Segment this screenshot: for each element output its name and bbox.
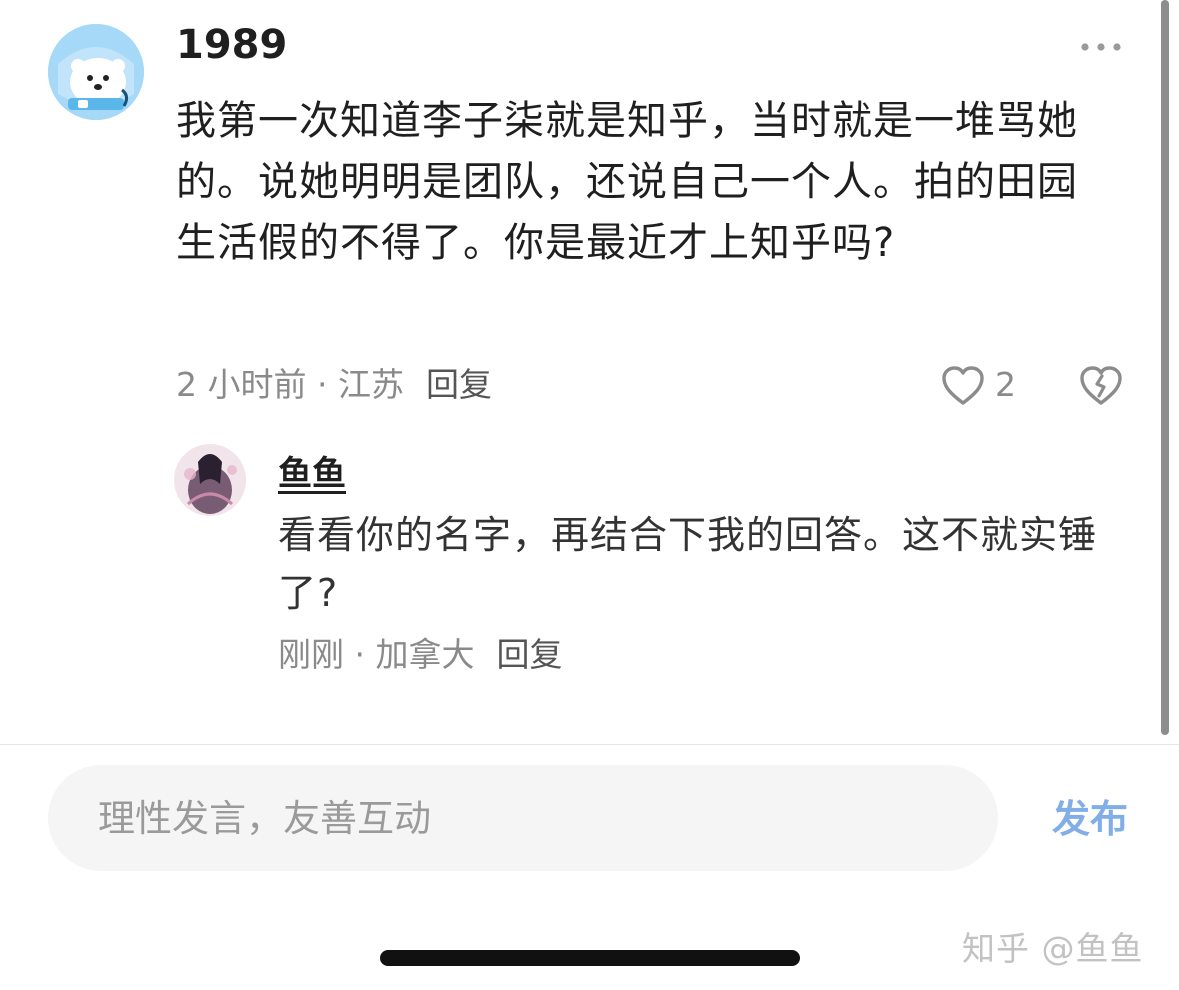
like-count: 2 [995,365,1016,404]
polar-bear-avatar-icon [48,24,144,120]
character-avatar-icon [174,444,246,516]
broken-heart-icon[interactable] [1078,364,1124,408]
scrollbar[interactable] [1161,0,1169,735]
heart-icon[interactable] [940,364,986,408]
reply-button[interactable]: 回复 [426,365,492,404]
reply-time: 刚刚 [278,635,344,674]
comment-meta: 2 小时前 · 江苏 回复 [176,362,492,408]
comment-time: 2 小时前 [176,365,307,404]
comment-username[interactable]: 1989 [176,22,287,68]
watermark: 知乎 @鱼鱼 [962,929,1144,968]
meta-separator: · [306,365,338,404]
comment-location: 江苏 [337,365,404,404]
publish-button[interactable]: 发布 [1040,792,1140,846]
divider [0,744,1179,745]
avatar[interactable] [48,24,144,120]
comment-input[interactable] [48,765,998,871]
home-indicator [380,950,800,966]
reply-username[interactable]: 鱼鱼 [278,446,346,495]
reply-reply-button[interactable]: 回复 [496,635,562,674]
reply-avatar[interactable] [174,444,246,516]
more-options-icon[interactable] [1078,38,1124,56]
meta-separator: · [344,635,376,674]
comment-text: 我第一次知道李子柒就是知乎，当时就是一堆骂她的。说她明明是团队，还说自己一个人。… [176,98,1078,266]
reply-meta: 刚刚 · 加拿大 回复 [278,632,562,678]
reply-location: 加拿大 [375,635,475,674]
reply-text: 看看你的名字，再结合下我的回答。这不就实锤了? [278,513,1098,615]
